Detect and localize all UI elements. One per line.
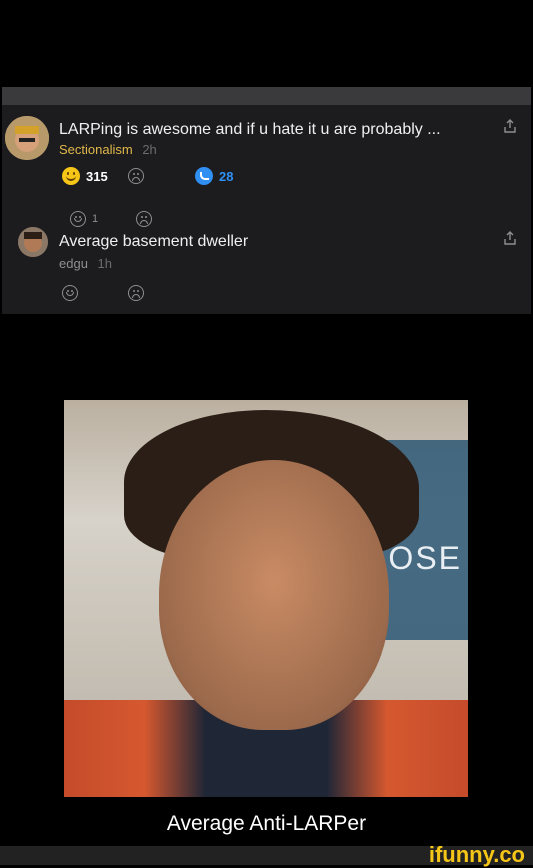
comment-text: LARPing is awesome and if u hate it u ar… (59, 121, 441, 138)
comment-meta: Sectionalism 2h (59, 142, 157, 157)
unsmile-icon (128, 168, 144, 184)
share-icon[interactable] (503, 231, 517, 245)
reply-count: 28 (219, 168, 234, 184)
avatar-image (5, 116, 49, 160)
photo: OSE (64, 400, 468, 797)
comment-time: 1h (97, 256, 113, 271)
brand-logo: ifunny.co (428, 842, 525, 867)
sign-text: OSE (388, 540, 462, 576)
unsmile-reaction[interactable] (128, 285, 144, 301)
avatar[interactable] (5, 116, 49, 160)
avatar-image (18, 227, 48, 257)
unsmile-reaction[interactable] (128, 168, 144, 184)
smile-outline-icon (62, 285, 78, 301)
unsmile-outline-icon (128, 285, 144, 301)
smile-count: 315 (86, 168, 108, 184)
comment-1: LARPing is awesome and if u hate it u ar… (2, 105, 531, 227)
reply-icon (195, 167, 213, 185)
caption: Average Anti-LARPer (166, 812, 367, 835)
username[interactable]: Sectionalism (59, 142, 133, 157)
username[interactable]: edgu (59, 256, 88, 271)
smile-reaction[interactable]: 315 (62, 167, 108, 185)
avatar[interactable] (18, 227, 48, 257)
smile-filled-icon (62, 167, 80, 185)
replies-button[interactable]: 28 (195, 167, 233, 185)
share-icon[interactable] (503, 119, 517, 133)
smile-reaction[interactable] (62, 285, 78, 301)
comments-screenshot: LARPing is awesome and if u hate it u ar… (2, 87, 531, 314)
comment-time: 2h (142, 142, 157, 157)
comment-text: Average basement dweller (59, 233, 249, 250)
status-bar (2, 87, 531, 105)
comment-2: Average basement dweller edgu 1h (2, 213, 531, 314)
face (159, 460, 389, 730)
comment-meta: edgu 1h (59, 256, 112, 271)
